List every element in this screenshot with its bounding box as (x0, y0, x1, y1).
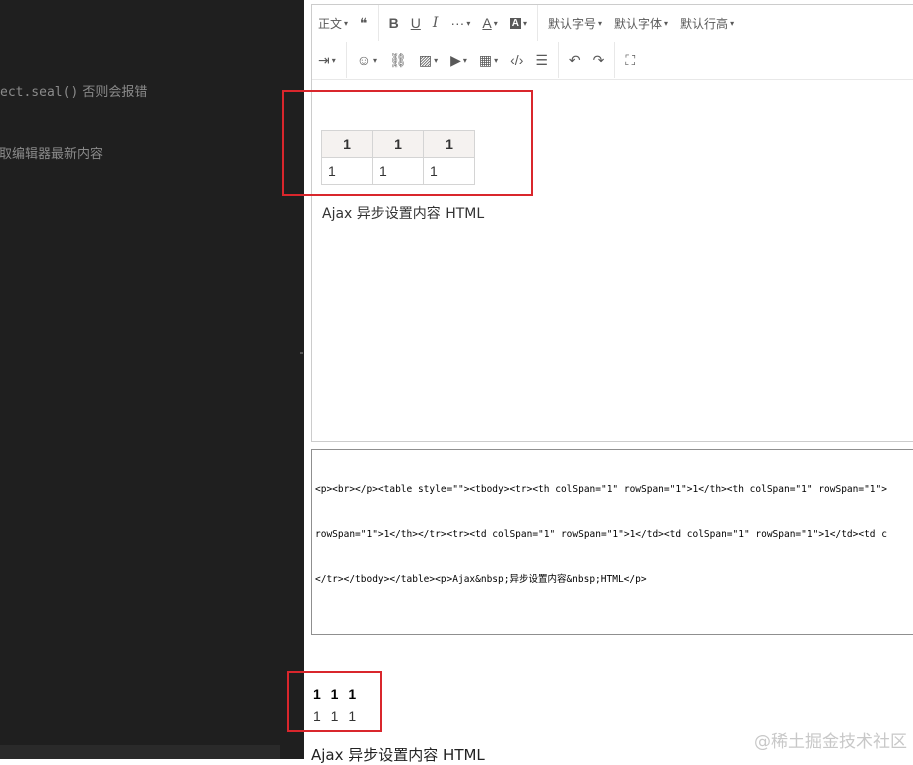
blockquote-button[interactable]: ❝ (354, 5, 374, 41)
html-output-textarea[interactable]: <p><br></p><table style=""><tbody><tr><t… (311, 449, 913, 635)
chevron-down-icon: ▾ (598, 18, 603, 28)
chevron-down-icon: ▾ (494, 55, 499, 65)
html-output-line: </tr></tbody></table><p>Ajax&nbsp;异步设置内容… (315, 574, 647, 585)
html-output-line: rowSpan="1">1</th></tr><tr><td colSpan="… (315, 529, 887, 540)
background-color-icon: A (509, 17, 521, 29)
code-block-button[interactable]: ‹/› (504, 42, 529, 78)
indent-dropdown[interactable]: ⇥ ▾ (312, 42, 342, 78)
chevron-down-icon: ▾ (462, 55, 467, 65)
chevron-down-icon: ▾ (344, 18, 349, 28)
editor-paragraph[interactable]: Ajax 异步设置内容 HTML (322, 203, 484, 223)
italic-icon: I (432, 15, 439, 31)
chevron-down-icon: ▾ (522, 18, 527, 28)
blockquote-icon: ❝ (360, 14, 368, 31)
line-height-dropdown[interactable]: 默认行高 ▾ (674, 5, 740, 41)
toolbar-separator (345, 42, 347, 78)
chevron-down-icon: ▾ (331, 55, 336, 65)
chevron-down-icon: ▾ (466, 18, 471, 28)
redo-icon: ↷ (592, 51, 605, 68)
chevron-down-icon: ▾ (730, 18, 735, 28)
fullscreen-icon: ⛶ (625, 51, 636, 68)
insert-link-button[interactable]: ⛓ (383, 42, 413, 78)
indent-icon: ⇥ (318, 51, 330, 68)
bold-icon: B (388, 15, 399, 31)
watermark: @稀土掘金技术社区 (754, 732, 907, 752)
preview-table-header: 1 1 1 (313, 686, 360, 702)
editor-toolbar: 正文 ▾ ❝ B U I ··· ▾ A ▾ A ▾ 默认字号 ▾ 默认字体 ▾ 默认行高 ▾ ⇥ ▾ ☺ ▾ ⛓ ▨ ▾ ▶ ▾… (312, 5, 913, 80)
code-comment: 获取编辑器最新内容 (0, 147, 104, 162)
line-height-icon: 默认行高 (680, 16, 729, 31)
chevron-down-icon: ▾ (664, 18, 669, 28)
background-color-dropdown[interactable]: A ▾ (504, 5, 533, 41)
font-family-icon: 默认字体 (614, 16, 663, 31)
code-line-seal: ect.seal() 否则会报错 (0, 81, 147, 100)
insert-link-icon: ⛓ (389, 51, 407, 68)
undo-button[interactable]: ↶ (563, 42, 587, 78)
highlight-box-editor-table (282, 90, 533, 196)
code-block-icon: ‹/› (510, 52, 524, 68)
italic-button[interactable]: I (427, 5, 445, 41)
pane-splitter-handle[interactable] (300, 352, 303, 354)
paragraph-format-dropdown[interactable]: 正文 ▾ (312, 5, 354, 41)
font-size-icon: 默认字号 (547, 16, 596, 31)
toolbar-separator (614, 42, 616, 78)
chevron-down-icon: ▾ (373, 55, 378, 65)
code-snippet: ect.seal() (0, 85, 79, 100)
font-size-dropdown[interactable]: 默认字号 ▾ (542, 5, 608, 41)
emotion-icon: ☺ (356, 52, 372, 68)
toolbar-separator (377, 5, 379, 41)
bold-button[interactable]: B (383, 5, 405, 41)
toolbar-separator (557, 42, 559, 78)
underline-icon: U (410, 15, 421, 31)
underline-button[interactable]: U (405, 5, 427, 41)
paragraph-format-icon: 正文 (318, 16, 343, 31)
insert-video-dropdown[interactable]: ▶ ▾ (444, 42, 473, 78)
more-styles-dropdown[interactable]: ··· ▾ (444, 5, 476, 41)
divider-icon: ☰ (535, 51, 548, 68)
code-line-get-content: 获取编辑器最新内容 (0, 143, 103, 162)
code-comment: 否则会报错 (78, 85, 148, 100)
insert-video-icon: ▶ (450, 51, 461, 68)
emotion-dropdown[interactable]: ☺ ▾ (351, 42, 383, 78)
preview-table-row: 1 1 1 (313, 708, 360, 724)
preview-paragraph: Ajax 异步设置内容 HTML (311, 746, 485, 764)
insert-image-dropdown[interactable]: ▨ ▾ (413, 42, 444, 78)
insert-image-icon: ▨ (418, 51, 433, 68)
fullscreen-button[interactable]: ⛶ (619, 42, 641, 78)
preview-page: 正文 ▾ ❝ B U I ··· ▾ A ▾ A ▾ 默认字号 ▾ 默认字体 ▾ 默认行高 ▾ ⇥ ▾ ☺ ▾ ⛓ ▨ ▾ ▶ ▾… (282, 0, 913, 764)
undo-icon: ↶ (568, 51, 581, 68)
insert-table-icon: ▦ (478, 51, 493, 68)
toolbar-row-2: ⇥ ▾ ☺ ▾ ⛓ ▨ ▾ ▶ ▾ ▦ ▾ ‹/› ☰ ↶ ↷ ⛶ (312, 42, 641, 78)
font-color-icon: A (482, 15, 492, 31)
font-family-dropdown[interactable]: 默认字体 ▾ (608, 5, 674, 41)
insert-table-dropdown[interactable]: ▦ ▾ (473, 42, 504, 78)
code-pane-status-strip (0, 745, 280, 759)
redo-button[interactable]: ↷ (587, 42, 611, 78)
chevron-down-icon: ▾ (434, 55, 439, 65)
code-editor-pane[interactable]: ect.seal() 否则会报错 获取编辑器最新内容 (0, 0, 304, 759)
toolbar-row-1: 正文 ▾ ❝ B U I ··· ▾ A ▾ A ▾ 默认字号 ▾ 默认字体 ▾ 默认行高 ▾ (312, 5, 740, 41)
divider-button[interactable]: ☰ (529, 42, 554, 78)
html-output-line: <p><br></p><table style=""><tbody><tr><t… (315, 484, 887, 495)
more-styles-icon: ··· (450, 15, 465, 31)
font-color-dropdown[interactable]: A ▾ (476, 5, 503, 41)
rich-text-editor: 正文 ▾ ❝ B U I ··· ▾ A ▾ A ▾ 默认字号 ▾ 默认字体 ▾ 默认行高 ▾ ⇥ ▾ ☺ ▾ ⛓ ▨ ▾ ▶ ▾… (311, 4, 913, 442)
toolbar-separator (536, 5, 538, 41)
chevron-down-icon: ▾ (493, 18, 498, 28)
